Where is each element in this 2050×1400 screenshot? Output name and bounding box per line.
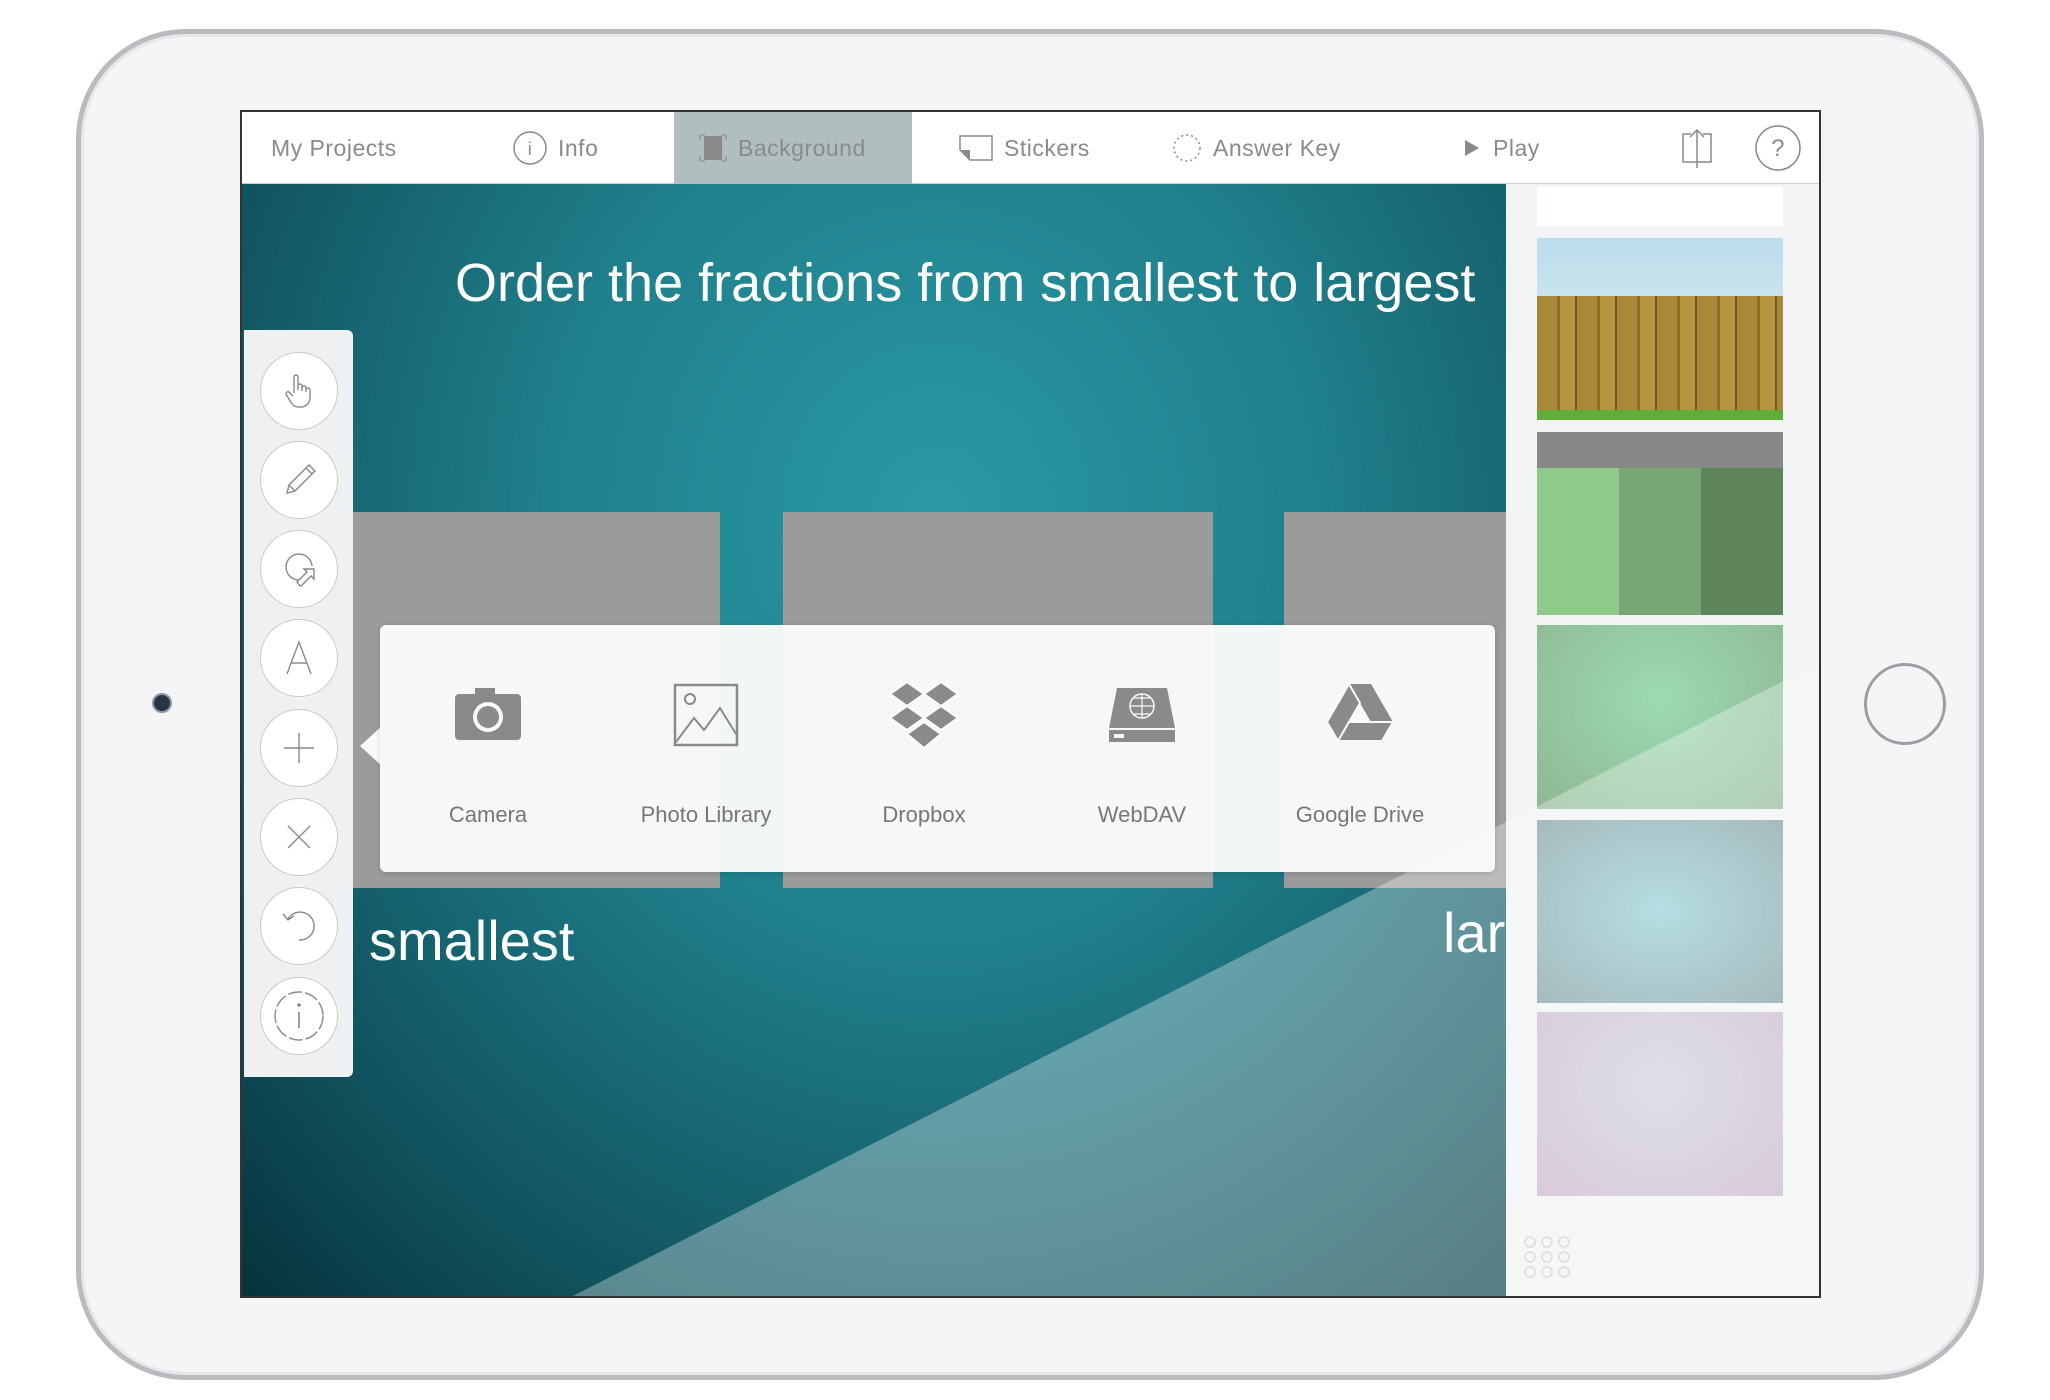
background-picker-panel — [1506, 184, 1819, 1296]
hand-tool-button[interactable] — [260, 352, 338, 430]
delete-button[interactable] — [260, 798, 338, 876]
webdav-icon — [1109, 688, 1175, 742]
camera-icon — [455, 688, 521, 740]
add-button[interactable] — [260, 709, 338, 787]
tool-sidebar — [244, 330, 353, 1077]
source-google-drive[interactable]: Google Drive — [1260, 625, 1460, 872]
text-icon — [286, 640, 312, 675]
background-thumb-fence[interactable] — [1537, 238, 1783, 420]
background-thumb-green-stripes[interactable] — [1537, 432, 1783, 615]
background-thumb-white[interactable] — [1537, 187, 1783, 226]
undo-button[interactable] — [260, 887, 338, 965]
photo-library-icon — [673, 683, 739, 747]
smallest-label[interactable]: smallest — [369, 908, 574, 973]
help-button[interactable]: ? — [1754, 112, 1802, 184]
background-thumb-teal[interactable] — [1537, 820, 1783, 1003]
front-camera — [152, 693, 172, 713]
stickers-icon — [959, 135, 993, 161]
dropbox-icon — [889, 680, 959, 750]
lasso-tool-button[interactable] — [260, 530, 338, 608]
tab-answer-key[interactable]: Answer Key — [1171, 112, 1341, 184]
google-drive-icon — [1325, 682, 1395, 743]
play-label: Play — [1493, 134, 1540, 161]
background-thumb-mint[interactable] — [1537, 625, 1783, 809]
source-dropbox[interactable]: Dropbox — [824, 625, 1024, 872]
source-label: Dropbox — [882, 802, 966, 827]
tab-background[interactable]: Background — [674, 112, 912, 184]
tab-info[interactable]: i Info — [512, 112, 598, 184]
tab-play[interactable]: Play — [1461, 112, 1540, 184]
answer-key-label: Answer Key — [1213, 134, 1341, 161]
share-icon — [1682, 128, 1712, 168]
grid-view-icon[interactable] — [1522, 1235, 1574, 1279]
info-label: Info — [558, 134, 599, 161]
info-icon: i — [513, 131, 547, 165]
undo-icon — [282, 911, 315, 941]
add-icon — [284, 733, 314, 763]
my-projects-label: My Projects — [271, 134, 397, 161]
close-icon — [287, 825, 311, 849]
pencil-icon — [286, 464, 316, 494]
share-button[interactable] — [1677, 112, 1717, 184]
my-projects-button[interactable]: My Projects — [271, 112, 397, 184]
source-label: Camera — [448, 802, 528, 827]
source-label: Google Drive — [1295, 802, 1425, 827]
play-icon — [1465, 140, 1479, 156]
pencil-tool-button[interactable] — [260, 441, 338, 519]
top-toolbar: My Projects i Info Background Stickers A… — [242, 112, 1819, 184]
stickers-label: Stickers — [1004, 134, 1090, 161]
source-webdav[interactable]: WebDAV — [1042, 625, 1242, 872]
hand-icon — [285, 374, 311, 408]
image-source-popover: Camera Photo Library Dropbox WebDAV Goog… — [380, 625, 1495, 872]
svg-text:i: i — [528, 139, 533, 159]
popover-arrow — [360, 726, 382, 766]
source-label: Photo Library — [640, 802, 772, 827]
info-icon — [274, 991, 324, 1041]
help-icon: ? — [1755, 125, 1801, 171]
largest-label[interactable]: largest — [1443, 900, 1506, 965]
background-icon — [699, 134, 727, 162]
lasso-icon — [285, 553, 315, 587]
background-label: Background — [738, 134, 866, 161]
source-photo-library[interactable]: Photo Library — [606, 625, 806, 872]
source-label: WebDAV — [1097, 802, 1187, 827]
background-thumb-lavender[interactable] — [1537, 1012, 1783, 1196]
slide-title[interactable]: Order the fractions from smallest to lar… — [455, 252, 1475, 314]
svg-text:?: ? — [1771, 135, 1785, 162]
answer-key-icon — [1173, 134, 1201, 162]
info-tool-button[interactable] — [260, 977, 338, 1055]
tab-stickers[interactable]: Stickers — [958, 112, 1090, 184]
home-button[interactable] — [1864, 663, 1946, 745]
text-tool-button[interactable] — [260, 619, 338, 697]
app-screen: My Projects i Info Background Stickers A… — [240, 110, 1821, 1298]
source-camera[interactable]: Camera — [388, 625, 588, 872]
